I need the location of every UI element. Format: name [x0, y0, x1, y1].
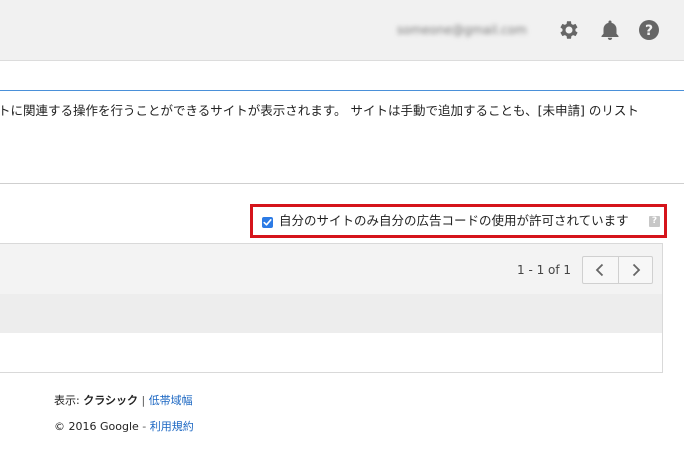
view-separator: |: [137, 394, 149, 407]
pagination-text: 1 - 1 of 1: [517, 263, 572, 277]
gear-icon[interactable]: [557, 18, 581, 42]
page-description: トに関連する操作を行うことができるサイトが表示されます。 サイトは手動で追加する…: [0, 103, 639, 118]
view-mode-footer: 表示: クラシック | 低帯域幅: [54, 394, 193, 408]
own-sites-filter-highlight: 自分のサイトのみ自分の広告コードの使用が許可されています ?: [250, 204, 667, 238]
view-prefix: 表示:: [54, 394, 84, 407]
bell-icon[interactable]: [598, 18, 622, 42]
copyright-text: © 2016 Google: [54, 420, 139, 433]
filter-help-icon[interactable]: ?: [649, 216, 660, 227]
account-email[interactable]: someone@gmail.com: [397, 22, 527, 38]
sites-table-header: 1 - 1 of 1: [0, 243, 663, 295]
low-bandwidth-link[interactable]: 低帯域幅: [149, 394, 193, 407]
own-sites-filter-label[interactable]: 自分のサイトのみ自分の広告コードの使用が許可されています: [279, 213, 629, 229]
help-icon[interactable]: ?: [637, 18, 661, 42]
copyright-footer: © 2016 Google - 利用規約: [54, 420, 194, 434]
previous-page-button[interactable]: [583, 257, 618, 283]
next-page-button[interactable]: [619, 257, 654, 283]
svg-text:?: ?: [645, 23, 653, 39]
section-divider: [0, 183, 684, 184]
sites-table-row[interactable]: [0, 333, 663, 373]
header-accent-line: [0, 90, 684, 91]
own-sites-checkbox[interactable]: [262, 217, 273, 228]
view-current: クラシック: [83, 394, 138, 407]
pagination-controls: [582, 256, 653, 284]
sites-table-column-header: [0, 294, 663, 334]
copyright-separator: -: [138, 420, 150, 433]
terms-link[interactable]: 利用規約: [150, 420, 194, 433]
top-bar: someone@gmail.com ?: [0, 0, 684, 61]
